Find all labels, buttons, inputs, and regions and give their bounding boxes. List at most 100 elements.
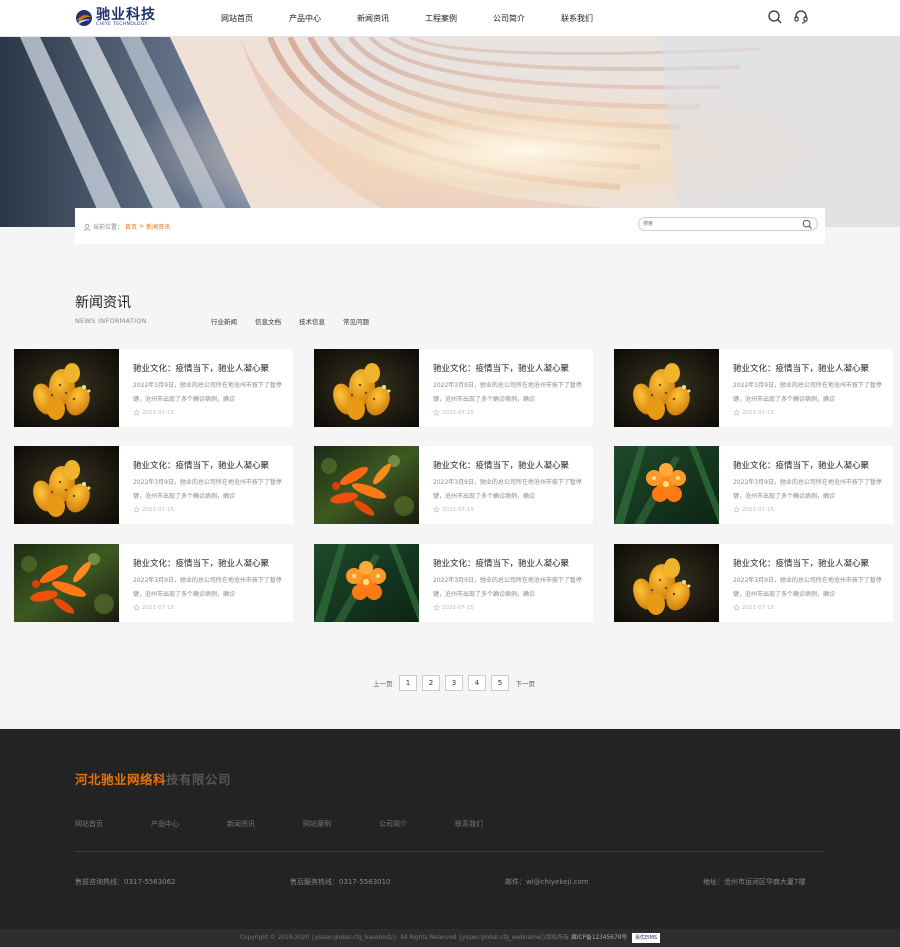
news-card[interactable]: 驰业文化：疫情当下，驰业人凝心聚 2022年3月9日，驰业的总公司所在地沧州市按下… [14,544,293,622]
news-thumbnail[interactable] [314,349,419,427]
breadcrumb-bar: 当前位置： 首页 > 新闻资讯 [75,208,825,244]
category-tabs: 行业新闻 信息文档 技术信息 常见问题 [211,316,387,326]
location-icon [83,223,91,231]
logo[interactable]: 驰业科技 CHIYE TECHNOLOGY [75,7,155,31]
search-icon[interactable] [767,9,783,25]
news-title[interactable]: 驰业文化：疫情当下，驰业人凝心聚 [733,459,885,471]
news-title[interactable]: 驰业文化：疫情当下，驰业人凝心聚 [433,362,585,374]
news-excerpt: 2022年3月9日，驰业的总公司所在地沧州市按下了暂停键，沧州市出现了多个确诊病… [733,577,882,598]
date-icon [433,506,440,513]
news-card[interactable]: 驰业文化：疫情当下，驰业人凝心聚 2022年3月9日，驰业的总公司所在地沧州市按下… [314,544,593,622]
page-2-button[interactable]: 2 [422,675,440,691]
nav-about[interactable]: 公司简介 [475,0,543,37]
page-5-button[interactable]: 5 [491,675,509,691]
news-thumbnail[interactable] [14,349,119,427]
news-title[interactable]: 驰业文化：疫情当下，驰业人凝心聚 [433,557,585,569]
news-date-text: 2022-07-15 [142,604,174,611]
footer-nav-home[interactable]: 网站首页 [75,819,151,829]
news-date: 2022-07-15 [133,506,174,513]
news-card[interactable]: 驰业文化：疫情当下，驰业人凝心聚 2022年3月9日，驰业的总公司所在地沧州市按下… [314,446,593,524]
copyright-bar: Copyright © 2019-2020 {ysseo:global.cfg_… [0,929,900,947]
tab-info-docs[interactable]: 信息文档 [255,316,281,326]
date-icon [433,409,440,416]
footer-email[interactable]: 邮件：wl@chiyekeji.com [505,877,589,887]
tab-faq[interactable]: 常见问题 [343,316,369,326]
page-4-button[interactable]: 4 [468,675,486,691]
page-3-button[interactable]: 3 [445,675,463,691]
news-card[interactable]: 驰业文化：疫情当下，驰业人凝心聚 2022年3月9日，驰业的总公司所在地沧州市按下… [314,349,593,427]
footer-service-hotline: 售后服务热线：0317-5563010 [290,878,391,886]
footer-nav-contact[interactable]: 联系我们 [455,819,531,829]
news-card[interactable]: 驰业文化：疫情当下，驰业人凝心聚 2022年3月9日，驰业的总公司所在地沧州市按下… [614,349,893,427]
news-thumbnail[interactable] [314,446,419,524]
news-date-text: 2022-07-15 [742,506,774,513]
nav-contact[interactable]: 联系我们 [543,0,611,37]
news-title[interactable]: 驰业文化：疫情当下，驰业人凝心聚 [733,557,885,569]
date-icon [733,506,740,513]
news-thumbnail[interactable] [14,446,119,524]
breadcrumb: 当前位置： 首页 > 新闻资讯 [83,222,170,231]
next-page-link[interactable]: 下一页 [516,678,536,688]
news-excerpt: 2022年3月9日，驰业的总公司所在地沧州市按下了暂停键，沧州市出现了多个确诊病… [433,382,582,403]
section-subtitle: NEWS INFORMATION [75,317,147,325]
news-card[interactable]: 驰业文化：疫情当下，驰业人凝心聚 2022年3月9日，驰业的总公司所在地沧州市按下… [614,446,893,524]
news-title[interactable]: 驰业文化：疫情当下，驰业人凝心聚 [133,459,285,471]
news-date: 2022-07-15 [733,409,774,416]
news-thumbnail[interactable] [314,544,419,622]
footer-nav-about[interactable]: 公司简介 [379,819,455,829]
news-date: 2022-07-15 [733,604,774,611]
news-thumbnail[interactable] [614,544,719,622]
tab-industry-news[interactable]: 行业新闻 [211,316,237,326]
nav-home[interactable]: 网站首页 [203,0,271,37]
breadcrumb-prefix: 当前位置： [93,224,124,231]
news-date: 2022-07-15 [133,604,174,611]
news-date-text: 2022-07-15 [742,409,774,416]
breadcrumb-home-link[interactable]: 首页 [125,222,137,231]
breadcrumb-separator: > [139,223,145,230]
breadcrumb-current[interactable]: 新闻资讯 [146,222,170,231]
news-date-text: 2022-07-15 [442,409,474,416]
date-icon [733,604,740,611]
news-excerpt: 2022年3月9日，驰业的总公司所在地沧州市按下了暂停键，沧州市出现了多个确诊病… [133,577,282,598]
beian-link[interactable]: 冀ICP备12345678号 [571,935,627,941]
hero-banner [0,37,900,227]
headset-icon[interactable] [793,9,809,25]
news-card[interactable]: 驰业文化：疫情当下，驰业人凝心聚 2022年3月9日，驰业的总公司所在地沧州市按下… [14,446,293,524]
date-icon [433,604,440,611]
prev-page-link[interactable]: 上一页 [373,678,393,688]
footer-nav-cases[interactable]: 网站案例 [303,819,379,829]
news-card[interactable]: 驰业文化：疫情当下，驰业人凝心聚 2022年3月9日，驰业的总公司所在地沧州市按下… [14,349,293,427]
news-thumbnail[interactable] [14,544,119,622]
nav-cases[interactable]: 工程案例 [407,0,475,37]
news-thumbnail[interactable] [614,349,719,427]
news-title[interactable]: 驰业文化：疫情当下，驰业人凝心聚 [133,362,285,374]
cms-badge[interactable]: 易优EIMS [631,932,661,943]
footer-company-rest: 技有限公司 [166,772,232,787]
main-nav: 网站首页 产品中心 新闻资讯 工程案例 公司简介 联系我们 [203,0,611,37]
footer-nav-products[interactable]: 产品中心 [151,819,227,829]
news-thumbnail[interactable] [614,446,719,524]
news-title[interactable]: 驰业文化：疫情当下，驰业人凝心聚 [133,557,285,569]
section-title: 新闻资讯 [75,295,131,311]
news-excerpt: 2022年3月9日，驰业的总公司所在地沧州市按下了暂停键，沧州市出现了多个确诊病… [733,382,882,403]
nav-products[interactable]: 产品中心 [271,0,339,37]
footer-nav-news[interactable]: 新闻资讯 [227,819,303,829]
date-icon [133,506,140,513]
news-card[interactable]: 驰业文化：疫情当下，驰业人凝心聚 2022年3月9日，驰业的总公司所在地沧州市按下… [614,544,893,622]
tab-tech-info[interactable]: 技术信息 [299,316,325,326]
search-submit-icon[interactable] [802,219,813,230]
date-icon [733,409,740,416]
news-excerpt: 2022年3月9日，驰业的总公司所在地沧州市按下了暂停键，沧州市出现了多个确诊病… [433,577,582,598]
copyright-text: Copyright © 2019-2020 {ysseo:global.cfg_… [239,935,570,941]
page-1-button[interactable]: 1 [399,675,417,691]
news-date: 2022-07-15 [433,604,474,611]
footer-divider [75,851,825,852]
news-date: 2022-07-15 [433,506,474,513]
news-title[interactable]: 驰业文化：疫情当下，驰业人凝心聚 [433,459,585,471]
news-excerpt: 2022年3月9日，驰业的总公司所在地沧州市按下了暂停键，沧州市出现了多个确诊病… [733,479,882,500]
news-date-text: 2022-07-15 [442,506,474,513]
nav-news[interactable]: 新闻资讯 [339,0,407,37]
footer-company-highlight: 河北驰业网络科 [75,772,167,787]
news-title[interactable]: 驰业文化：疫情当下，驰业人凝心聚 [733,362,885,374]
search-input[interactable] [643,219,793,229]
